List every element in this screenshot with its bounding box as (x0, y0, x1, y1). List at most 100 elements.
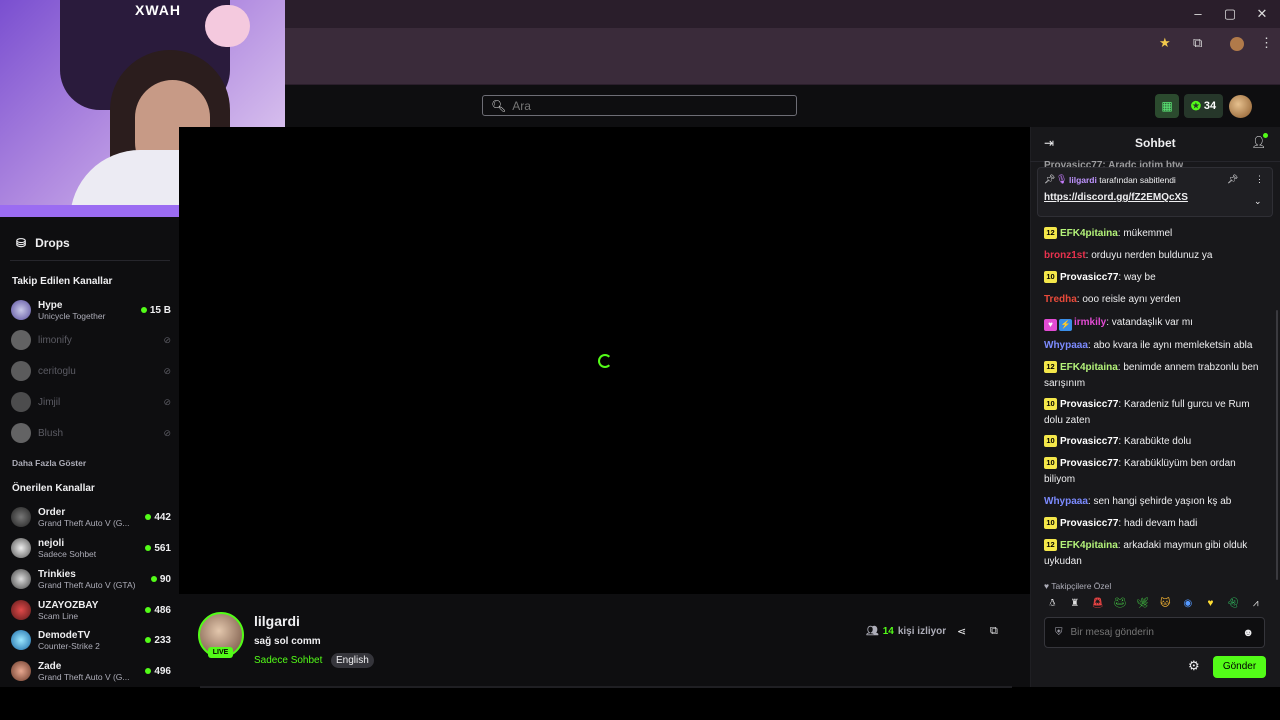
emoji-icon[interactable]: ☻ (1242, 627, 1254, 639)
channel-name: Hype (38, 299, 63, 311)
sub-badge: 10 (1044, 435, 1057, 447)
emote-frog-icon[interactable]: 🐸︎ (1112, 595, 1129, 612)
chat-username[interactable]: Provasicc77 (1060, 458, 1118, 469)
share-icon[interactable]: ⋖ (957, 625, 966, 638)
followed-channel-jimjil[interactable]: Jimjil ⊘ (11, 388, 171, 416)
followed-channel-hype[interactable]: Hype Unicycle Together 15 B (11, 296, 171, 324)
emote-leaf-icon[interactable]: 🌿︎ (1134, 595, 1151, 612)
chat-settings-gear-icon[interactable]: ⚙ (1188, 658, 1200, 674)
live-dot-icon (145, 545, 152, 551)
recommended-channel-demodetv[interactable]: DemodeTV Counter-Strike 2 233 (11, 626, 171, 654)
extensions-icon[interactable]: ⧉ (1193, 35, 1202, 51)
emote-statue-icon[interactable]: ♜ (1067, 595, 1084, 612)
avatar (11, 569, 31, 589)
channel-name: Jimjil (38, 396, 61, 408)
collapse-chat-icon[interactable]: ⇥ (1044, 136, 1054, 150)
more-options-icon[interactable]: ⋮ (1255, 174, 1264, 185)
channel-category: Grand Theft Auto V (GTA) (38, 579, 136, 590)
channel-name: Trinkies (38, 568, 76, 580)
emote-cat-icon[interactable]: 🐱︎ (1157, 595, 1174, 612)
recommended-channel-nejoli[interactable]: nejoli Sadece Sohbet 561 (11, 534, 171, 562)
points-button[interactable]: ✪ 34 (1184, 94, 1223, 118)
chat-username[interactable]: Whypaaa (1044, 340, 1088, 351)
recommended-channel-zade[interactable]: Zade Grand Theft Auto V (G... 496 (11, 657, 171, 685)
shield-icon: ⛨ (1055, 627, 1063, 638)
chat-username[interactable]: EFK4pitaina (1060, 228, 1118, 239)
user-avatar[interactable] (1229, 95, 1252, 118)
search-box[interactable]: 🔍︎ (482, 95, 797, 116)
badge-icon: ♥ (1044, 319, 1057, 331)
recommended-channel-trinkies[interactable]: Trinkies Grand Theft Auto V (GTA) 90 (11, 565, 171, 593)
followed-channel-limonify[interactable]: limonify ⊘ (11, 326, 171, 354)
emote-penguin-icon[interactable]: 🐧︎ (1044, 595, 1061, 612)
profile-icon[interactable] (1230, 37, 1244, 51)
offline-icon: ⊘ (163, 396, 171, 407)
chair-logo: XWAH (135, 2, 181, 18)
stream-category[interactable]: Sadece Sohbet (254, 655, 322, 666)
live-dot-icon (145, 607, 152, 613)
chat-scrollbar[interactable] (1276, 310, 1278, 580)
chat-username[interactable]: Whypaaa (1044, 496, 1088, 507)
offline-icon: ⊘ (163, 427, 171, 438)
channel-category: Grand Theft Auto V (G... (38, 517, 130, 528)
channel-category: Counter-Strike 2 (38, 640, 100, 651)
chat-username[interactable]: Provasicc77 (1060, 399, 1118, 410)
points-count: 34 (1203, 100, 1217, 112)
channel-category: Grand Theft Auto V (G... (38, 671, 130, 682)
show-more-link[interactable]: Daha Fazla Göster (12, 458, 86, 468)
pinned-link[interactable]: https://discord.gg/fZ2EMQcXS (1044, 192, 1188, 203)
language-tag[interactable]: English (331, 653, 374, 668)
unpin-icon[interactable]: 📌︎ (1227, 174, 1238, 185)
close-icon[interactable]: ✕ (1254, 6, 1270, 22)
drops-link[interactable]: ⛁ Drops (16, 236, 70, 250)
plush-toy (205, 5, 250, 47)
chat-message: 12 EFK4pitaina: arkadaki maymun gibi oldu… (1044, 538, 1259, 569)
chat-username[interactable]: Provasicc77 (1060, 518, 1118, 529)
send-button[interactable]: Gönder (1213, 656, 1266, 678)
emote-hat-icon[interactable]: ⩘ (1247, 595, 1264, 612)
bookmark-star-icon[interactable]: ★ (1159, 35, 1171, 51)
channel-category: Unicycle Together (38, 310, 106, 321)
search-input[interactable] (512, 98, 793, 113)
avatar (11, 600, 31, 620)
follow-icon[interactable]: ⧉ (990, 625, 998, 638)
chat-message: 10 Provasicc77: way be (1044, 270, 1259, 286)
live-badge: LIVE (208, 647, 233, 658)
chat-username[interactable]: EFK4pitaina (1060, 540, 1118, 551)
streamer-name[interactable]: lilgardi (254, 613, 300, 629)
emote-eye-icon[interactable]: ◉ (1180, 595, 1197, 612)
viewer-count: 496 (154, 665, 171, 677)
followed-channel-blush[interactable]: Blush ⊘ (11, 419, 171, 447)
live-dot-icon (145, 637, 152, 643)
chat-message: Tredha: ooo reisle aynı yerden (1044, 292, 1259, 308)
pin-icon: 📌︎ (1044, 174, 1056, 184)
chat-username[interactable]: irmkily (1074, 317, 1106, 328)
emote-alarm-icon[interactable]: 🚨︎ (1089, 595, 1106, 612)
maximize-icon[interactable]: ▢ (1222, 6, 1238, 22)
recommended-channel-order[interactable]: Order Grand Theft Auto V (G... 442 (11, 503, 171, 531)
chat-username[interactable]: bronz1st (1044, 250, 1086, 261)
chat-username[interactable]: Tredha (1044, 294, 1077, 305)
chat-username[interactable]: EFK4pitaina (1060, 362, 1118, 373)
chat-message: 12 EFK4pitaina: benimde annem trabzonlu b… (1044, 360, 1259, 391)
chat-input-box[interactable]: ⛨ ☻ (1044, 617, 1265, 648)
emote-ghost-icon[interactable]: 👻︎ (1225, 595, 1242, 612)
sub-badge: 10 (1044, 517, 1057, 529)
avatar (11, 300, 31, 320)
browser-menu-icon[interactable]: ⋮ (1260, 35, 1273, 51)
chat-message-input[interactable] (1070, 627, 1243, 638)
chat-message: 10 Provasicc77: Karadeniz full gurcu ve R… (1044, 397, 1259, 428)
store-icon[interactable]: ▦ (1155, 94, 1179, 118)
chat-username[interactable]: Provasicc77 (1060, 436, 1118, 447)
followed-channel-ceritoglu[interactable]: ceritoglu ⊘ (11, 357, 171, 385)
emote-heart-icon[interactable]: ♥ (1202, 595, 1219, 612)
minimize-icon[interactable]: – (1190, 6, 1206, 21)
recommended-channels-title: Önerilen Kanallar (12, 483, 95, 494)
chat-username[interactable]: Provasicc77 (1060, 272, 1118, 283)
avatar (11, 423, 31, 443)
mic-icon: 🎙︎ (1056, 174, 1068, 184)
horizontal-scrollbar[interactable] (200, 686, 1012, 688)
chevron-down-icon[interactable]: ⌄ (1254, 196, 1262, 207)
recommended-channel-uzayozbay[interactable]: UZAYOZBAY Scam Line 486 (11, 596, 171, 624)
avatar (11, 361, 31, 381)
